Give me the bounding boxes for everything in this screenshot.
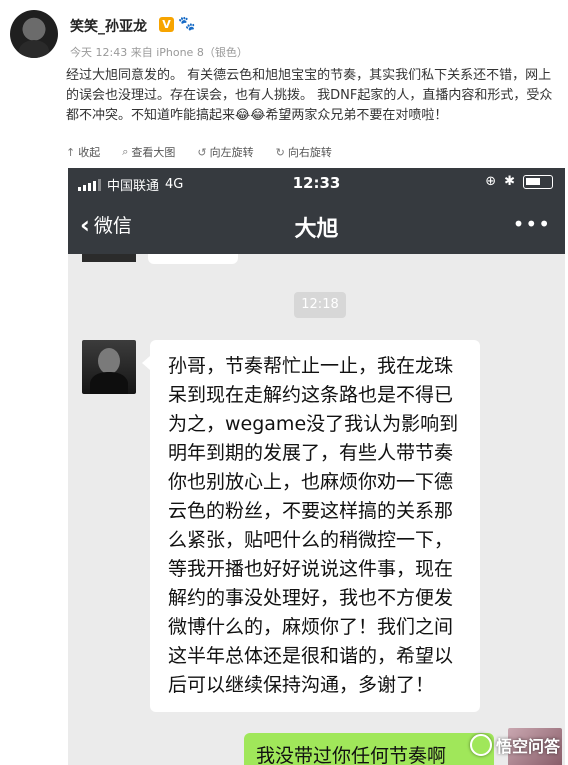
rotate-right-icon: ↻ [275, 145, 285, 159]
bluetooth-icon: ✱ [504, 174, 515, 189]
collapse-button[interactable]: ↑ 收起 [66, 144, 100, 160]
previous-avatar [82, 254, 136, 262]
more-button[interactable]: ••• [513, 212, 551, 236]
battery-icon [523, 174, 553, 189]
rotate-right-label: 向右旋转 [287, 146, 332, 159]
rotate-left-icon: ↺ [197, 145, 207, 159]
verified-badge: V [159, 17, 174, 32]
chat-navbar: ‹ 微信 大旭 ••• [68, 198, 565, 254]
weibo-post: 笑笑_孙亚龙 V 🐾 今天 12:43 来自 iPhone 8（银色） 经过大旭… [0, 0, 568, 138]
post-meta: 今天 12:43 来自 iPhone 8（银色） [70, 46, 248, 59]
status-bar: 中国联通 4G 12:33 ⊕ ✱ [68, 168, 565, 198]
username[interactable]: 笑笑_孙亚龙 [70, 16, 147, 36]
view-large-button[interactable]: ⌕ 查看大图 [122, 144, 175, 160]
chat-timestamp: 12:18 [294, 292, 346, 318]
collapse-label: 收起 [78, 146, 101, 159]
collapse-icon: ↑ [66, 145, 76, 159]
chat-title: 大旭 [294, 217, 339, 242]
image-toolbar: ↑ 收起 ⌕ 查看大图 ↺ 向左旋转 ↻ 向右旋转 [66, 144, 332, 160]
watermark: 悟空问答 [469, 733, 560, 757]
rotate-left-label: 向左旋转 [209, 146, 254, 159]
view-large-label: 查看大图 [131, 146, 176, 159]
incoming-message[interactable]: 孙哥，节奏帮忙止一止，我在龙珠呆到现在走解约这条路也是不得已为之，wegame没… [142, 340, 480, 712]
magnify-icon: ⌕ [122, 145, 129, 158]
status-icons: ⊕ ✱ [485, 174, 553, 189]
orientation-lock-icon: ⊕ [485, 174, 497, 189]
chat-screenshot[interactable]: 中国联通 4G 12:33 ⊕ ✱ ‹ 微信 大旭 ••• 12:18 孙哥，节… [68, 168, 565, 765]
previous-bubble [148, 254, 238, 264]
watermark-text: 悟空问答 [495, 737, 560, 756]
contact-avatar[interactable] [82, 340, 136, 394]
user-avatar[interactable] [10, 10, 58, 58]
outgoing-message[interactable]: 我没带过你任何节奏啊 [244, 733, 494, 765]
rotate-left-button[interactable]: ↺ 向左旋转 [197, 144, 253, 160]
rotate-right-button[interactable]: ↻ 向右旋转 [276, 144, 332, 160]
member-icon: 🐾 [178, 16, 196, 32]
watermark-logo-icon [469, 734, 492, 756]
post-text: 经过大旭同意发的。 有关德云色和旭旭宝宝的节奏，其实我们私下关系还不错，网上的误… [66, 68, 553, 123]
